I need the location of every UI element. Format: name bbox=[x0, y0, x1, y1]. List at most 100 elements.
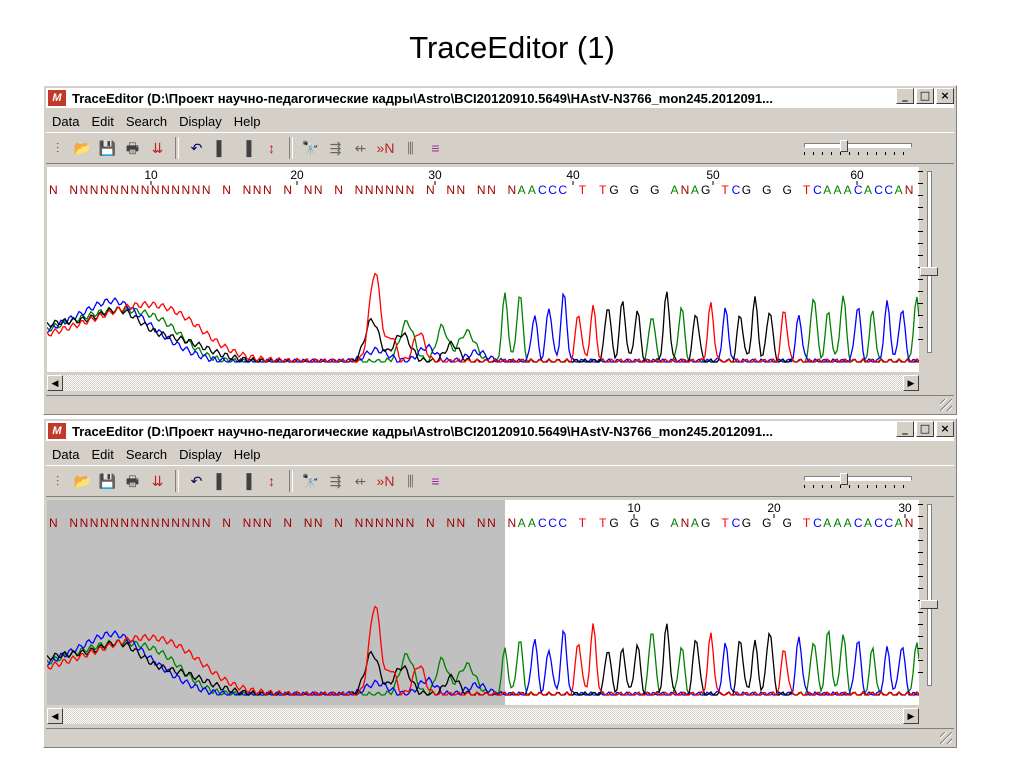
peak-icon[interactable]: ⫼ bbox=[399, 137, 422, 160]
trace-view[interactable]: 10 20 30 N N N N N N N N N N N N N N N N N N N N N N N N N N N N N N N N N N… bbox=[47, 500, 919, 705]
base-call[interactable]: G bbox=[742, 183, 751, 197]
minimize-button[interactable]: _ bbox=[896, 88, 914, 104]
base-call[interactable]: T bbox=[803, 516, 811, 530]
base-call[interactable]: C bbox=[732, 516, 741, 530]
base-call[interactable]: N bbox=[253, 183, 262, 197]
title-bar[interactable]: M TraceEditor (D:\Проект научно-педагоги… bbox=[46, 421, 954, 441]
menu-edit[interactable]: Edit bbox=[85, 447, 119, 462]
zoom-slider-vertical[interactable] bbox=[916, 500, 942, 700]
find-prev-icon[interactable]: ⇷ bbox=[349, 470, 372, 493]
menu-search[interactable]: Search bbox=[120, 447, 173, 462]
base-call[interactable]: T bbox=[803, 183, 811, 197]
base-call[interactable]: A bbox=[833, 516, 841, 530]
next-n-icon[interactable]: »N bbox=[374, 470, 397, 493]
maximize-button[interactable]: □ bbox=[916, 88, 934, 104]
base-call[interactable]: C bbox=[854, 516, 863, 530]
find-binoculars-icon[interactable]: 🔭 bbox=[299, 470, 322, 493]
base-call[interactable]: N bbox=[905, 183, 914, 197]
base-call[interactable]: N bbox=[457, 183, 466, 197]
menu-search[interactable]: Search bbox=[120, 114, 173, 129]
base-call[interactable]: N bbox=[243, 183, 252, 197]
base-call[interactable]: N bbox=[90, 516, 99, 530]
atgc-trace-icon[interactable]: ⫶ bbox=[46, 137, 69, 160]
minimize-button[interactable]: _ bbox=[896, 421, 914, 437]
base-call[interactable]: N bbox=[406, 516, 415, 530]
base-call[interactable]: N bbox=[314, 516, 323, 530]
base-call[interactable]: G bbox=[783, 516, 792, 530]
base-call[interactable]: N bbox=[69, 516, 78, 530]
base-call[interactable]: N bbox=[487, 183, 496, 197]
base-call[interactable]: N bbox=[395, 183, 404, 197]
base-call[interactable]: N bbox=[446, 183, 455, 197]
undo-icon[interactable]: ↶ bbox=[185, 470, 208, 493]
menu-edit[interactable]: Edit bbox=[85, 114, 119, 129]
base-call[interactable]: A bbox=[691, 183, 699, 197]
peak-icon[interactable]: ⫼ bbox=[399, 470, 422, 493]
base-call[interactable]: N bbox=[375, 183, 384, 197]
next-n-icon[interactable]: »N bbox=[374, 137, 397, 160]
find-next-icon[interactable]: ⇶ bbox=[324, 137, 347, 160]
base-call[interactable]: C bbox=[884, 183, 893, 197]
title-bar[interactable]: M TraceEditor (D:\Проект научно-педагоги… bbox=[46, 88, 954, 108]
base-call[interactable]: C bbox=[558, 516, 567, 530]
menu-display[interactable]: Display bbox=[173, 447, 228, 462]
import-icon[interactable]: ⇊ bbox=[146, 137, 169, 160]
print-icon[interactable]: 🖶 bbox=[121, 470, 144, 493]
close-button[interactable]: × bbox=[936, 421, 954, 437]
base-call[interactable]: N bbox=[90, 183, 99, 197]
base-call[interactable]: A bbox=[823, 516, 831, 530]
menu-data[interactable]: Data bbox=[46, 114, 85, 129]
close-button[interactable]: × bbox=[936, 88, 954, 104]
base-call[interactable]: A bbox=[528, 183, 536, 197]
base-call[interactable]: A bbox=[895, 516, 903, 530]
slider-thumb[interactable] bbox=[840, 473, 848, 485]
zoom-slider[interactable] bbox=[804, 473, 912, 488]
base-call[interactable]: N bbox=[100, 516, 109, 530]
resize-grip-icon[interactable] bbox=[940, 399, 952, 411]
find-prev-icon[interactable]: ⇷ bbox=[349, 137, 372, 160]
base-call[interactable]: A bbox=[518, 516, 526, 530]
base-call[interactable]: A bbox=[691, 516, 699, 530]
import-icon[interactable]: ⇊ bbox=[146, 470, 169, 493]
base-call[interactable]: A bbox=[895, 183, 903, 197]
base-call[interactable]: N bbox=[253, 516, 262, 530]
base-call[interactable]: N bbox=[202, 183, 211, 197]
base-call[interactable]: A bbox=[823, 183, 831, 197]
base-call[interactable]: G bbox=[701, 183, 710, 197]
base-call[interactable]: N bbox=[283, 516, 292, 530]
base-call[interactable]: G bbox=[609, 183, 618, 197]
base-call[interactable]: N bbox=[905, 516, 914, 530]
base-call[interactable]: N bbox=[131, 183, 140, 197]
base-call[interactable]: N bbox=[151, 516, 160, 530]
base-call[interactable]: A bbox=[528, 516, 536, 530]
base-call[interactable]: N bbox=[80, 516, 89, 530]
scroll-right-icon[interactable]: ▶ bbox=[903, 375, 919, 391]
base-call[interactable]: N bbox=[110, 516, 119, 530]
base-call[interactable]: N bbox=[385, 516, 394, 530]
base-call[interactable]: C bbox=[813, 516, 822, 530]
base-call[interactable]: N bbox=[80, 183, 89, 197]
base-call[interactable]: G bbox=[762, 516, 771, 530]
base-call[interactable]: N bbox=[365, 183, 374, 197]
horizontal-scrollbar[interactable]: ◀ ▶ bbox=[47, 708, 919, 724]
base-call[interactable]: N bbox=[192, 516, 201, 530]
base-call[interactable]: N bbox=[263, 183, 272, 197]
base-call[interactable]: N bbox=[681, 516, 690, 530]
sort-icon[interactable]: ↕ bbox=[260, 470, 283, 493]
base-call[interactable]: N bbox=[334, 183, 343, 197]
base-call[interactable]: N bbox=[446, 516, 455, 530]
base-call[interactable]: A bbox=[844, 183, 852, 197]
open-folder-icon[interactable]: 📂 bbox=[71, 470, 94, 493]
base-call[interactable]: G bbox=[783, 183, 792, 197]
base-call[interactable]: N bbox=[222, 516, 231, 530]
find-next-icon[interactable]: ⇶ bbox=[324, 470, 347, 493]
align-icon[interactable]: ≡ bbox=[424, 137, 447, 160]
base-call[interactable]: T bbox=[721, 183, 729, 197]
base-call[interactable]: N bbox=[171, 183, 180, 197]
save-disk-icon[interactable]: 💾 bbox=[96, 470, 119, 493]
zoom-slider[interactable] bbox=[804, 140, 912, 155]
scroll-left-icon[interactable]: ◀ bbox=[47, 708, 63, 724]
print-icon[interactable]: 🖶 bbox=[121, 137, 144, 160]
base-call[interactable]: N bbox=[49, 183, 58, 197]
base-call[interactable]: N bbox=[355, 516, 364, 530]
